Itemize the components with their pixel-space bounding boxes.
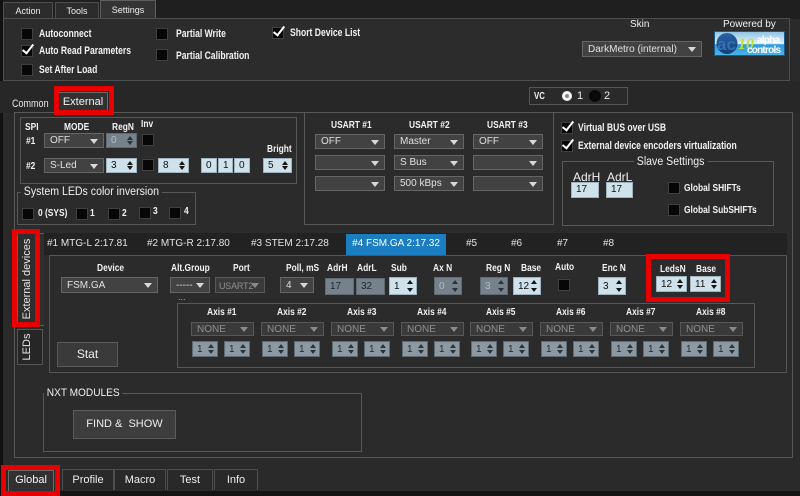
svg-text:ac: ac [717, 35, 736, 54]
svg-text:controls: controls [747, 45, 781, 56]
